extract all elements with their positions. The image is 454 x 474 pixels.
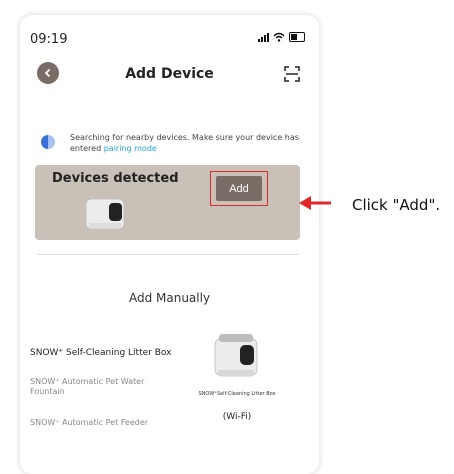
scan-icon[interactable] [283, 65, 301, 83]
search-hint: Searching for nearby devices. Make sure … [70, 132, 310, 154]
product-caption: SNOW⁺Self-Cleaning Litter Box [198, 391, 276, 397]
signal-icon [258, 32, 269, 42]
arrow-left-icon [299, 196, 331, 210]
divider [37, 254, 299, 255]
detected-title: Devices detected [52, 171, 179, 186]
manual-item-water-fountain[interactable]: SNOW⁺ Automatic Pet Water Fountain [30, 377, 180, 397]
phone-screen: 09:19 Add Device Searching for nearby de… [20, 15, 319, 474]
add-button[interactable]: Add [216, 176, 262, 201]
search-status-icon [41, 135, 55, 149]
detected-device-image [85, 198, 125, 230]
manual-item-pet-feeder[interactable]: SNOW⁺ Automatic Pet Feeder [30, 418, 148, 428]
page-title: Add Device [125, 66, 214, 82]
manual-item-litter-box[interactable]: SNOW⁺ Self-Cleaning Litter Box [30, 348, 171, 358]
battery-icon [289, 32, 305, 42]
wifi-icon [273, 32, 285, 42]
product-image[interactable] [213, 332, 259, 380]
pairing-mode-link[interactable]: pairing mode [104, 144, 157, 153]
status-time: 09:19 [30, 32, 68, 47]
add-manually-title: Add Manually [128, 291, 211, 305]
product-connection: (Wi-Fi) [222, 412, 252, 422]
instruction-callout: Click "Add". [352, 196, 441, 214]
status-icons [258, 32, 305, 42]
